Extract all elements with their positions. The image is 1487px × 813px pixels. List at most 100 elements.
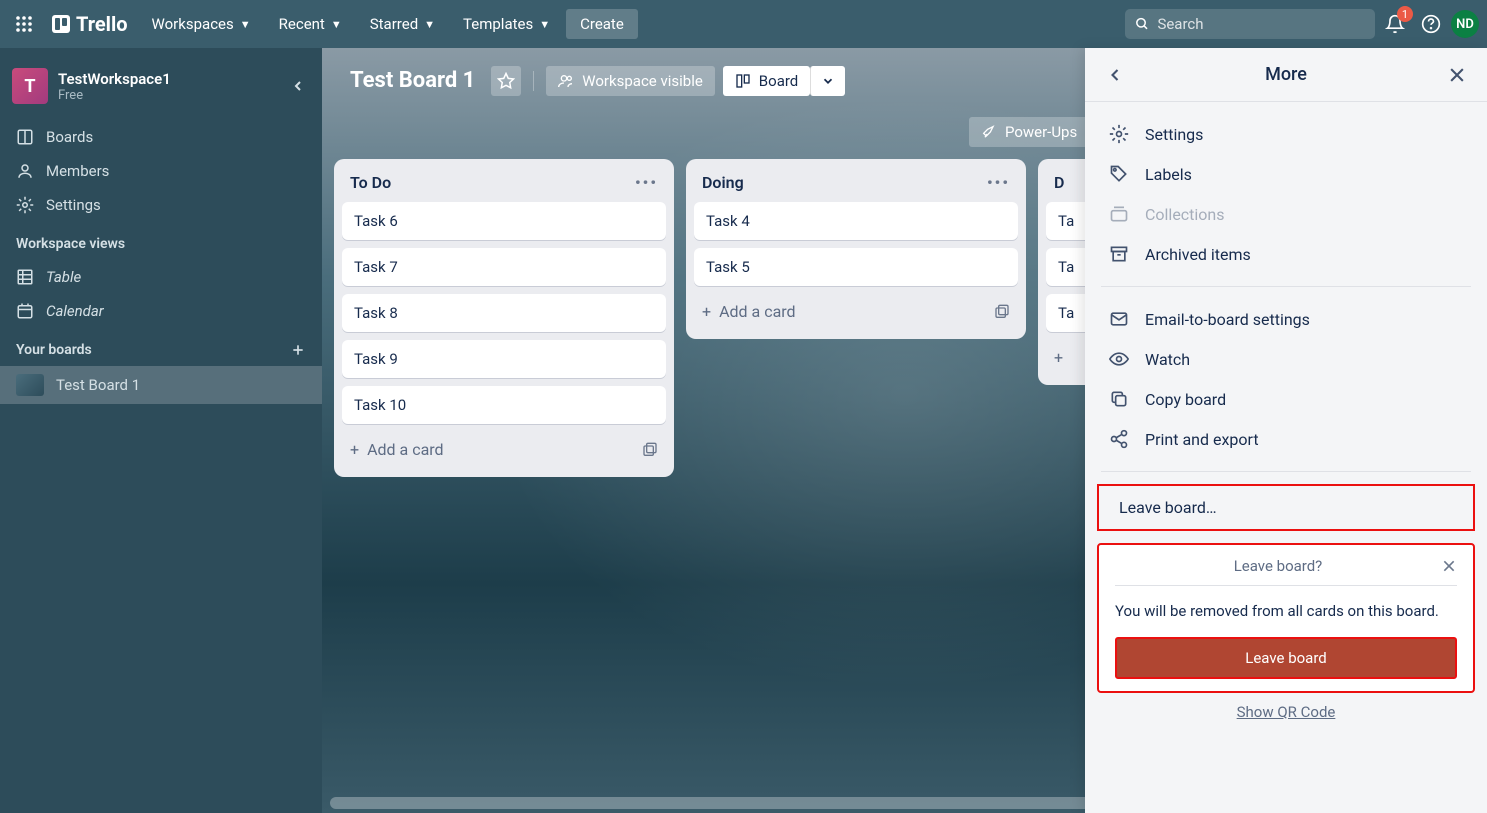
copy-icon [1109,389,1129,409]
user-avatar[interactable]: ND [1451,10,1479,38]
card[interactable]: Task 7 [342,248,666,286]
person-icon [16,162,34,180]
chevron-left-icon [290,78,306,94]
leave-board-popover: Leave board? You will be removed from al… [1097,543,1475,693]
nav-workspaces[interactable]: Workspaces▼ [140,9,263,39]
add-card-button[interactable]: + Add a card [694,294,1018,329]
top-nav: Trello Workspaces▼ Recent▼ Starred▼ Temp… [0,0,1487,48]
card[interactable]: Task 10 [342,386,666,424]
mail-icon [1109,309,1129,329]
search-box[interactable] [1125,9,1375,39]
help-button[interactable] [1415,8,1447,40]
plus-icon: + [350,440,359,459]
popover-title: Leave board? [1115,557,1441,575]
table-icon [16,268,34,286]
popover-body: You will be removed from all cards on th… [1115,586,1457,637]
leave-board-item[interactable]: Leave board… [1097,484,1475,531]
menu-email[interactable]: Email-to-board settings [1093,299,1479,339]
leave-board-button[interactable]: Leave board [1115,637,1457,679]
menu-settings[interactable]: Settings [1093,114,1479,154]
nav-starred[interactable]: Starred▼ [358,9,447,39]
chevron-down-icon: ▼ [240,18,251,31]
trello-logo[interactable]: Trello [44,12,136,36]
show-qr-link[interactable]: Show QR Code [1093,693,1479,731]
star-button[interactable] [491,66,521,96]
panel-header: More [1085,48,1487,102]
eye-icon [1109,349,1129,369]
list: To Do ••• Task 6 Task 7 Task 8 Task 9 Ta… [334,159,674,477]
list-menu-icon[interactable]: ••• [987,173,1010,192]
menu-copy[interactable]: Copy board [1093,379,1479,419]
nav-templates[interactable]: Templates▼ [451,9,562,39]
logo-text: Trello [76,12,128,36]
workspace-header[interactable]: T TestWorkspace1 Free [0,60,322,120]
notification-badge: 1 [1397,6,1413,22]
menu-watch[interactable]: Watch [1093,339,1479,379]
view-switcher-button[interactable] [810,66,845,96]
sidebar-settings[interactable]: Settings [0,188,322,222]
apps-launcher-icon[interactable] [8,8,40,40]
power-ups-button[interactable]: Power-Ups [969,117,1089,147]
template-icon[interactable] [642,442,658,458]
people-icon [558,73,574,89]
share-icon [1109,429,1129,449]
menu-print-export[interactable]: Print and export [1093,419,1479,459]
search-input[interactable] [1157,15,1365,33]
collection-icon [1109,204,1129,224]
archive-icon [1109,244,1129,264]
card[interactable]: Task 5 [694,248,1018,286]
board-view-icon [735,73,751,89]
close-icon[interactable] [1441,558,1457,574]
list-header[interactable]: Doing ••• [694,169,1018,202]
chevron-down-icon [821,74,835,88]
panel-title: More [1125,64,1447,85]
sidebar-boards[interactable]: Boards [0,120,322,154]
help-icon [1421,14,1441,34]
workspace-views-header: Workspace views [0,222,322,260]
board-view-button[interactable]: Board [723,66,810,96]
panel-body: Settings Labels Collections Archived ite… [1085,102,1487,813]
template-icon[interactable] [994,304,1010,320]
card[interactable]: Task 4 [694,202,1018,240]
menu-labels[interactable]: Labels [1093,154,1479,194]
search-icon [1135,16,1149,32]
sidebar-calendar-view[interactable]: Calendar [0,294,322,328]
list-menu-icon[interactable]: ••• [635,173,658,192]
menu-collections: Collections [1093,194,1479,234]
card[interactable]: Task 6 [342,202,666,240]
board-thumbnail [16,374,44,396]
star-icon [497,72,515,90]
calendar-icon [16,302,34,320]
sidebar-members[interactable]: Members [0,154,322,188]
your-boards-header: Your boards [0,328,322,366]
workspace-name: TestWorkspace1 [58,70,171,88]
chevron-down-icon: ▼ [424,18,435,31]
create-button[interactable]: Create [566,9,638,39]
plus-icon: + [1054,348,1063,367]
chevron-down-icon: ▼ [539,18,550,31]
card[interactable]: Task 8 [342,294,666,332]
nav-recent[interactable]: Recent▼ [267,9,354,39]
board-title[interactable]: Test Board 1 [342,64,483,97]
chevron-down-icon: ▼ [331,18,342,31]
sidebar-board-item[interactable]: Test Board 1 [0,366,322,404]
visibility-button[interactable]: Workspace visible [546,66,715,96]
sidebar-table-view[interactable]: Table [0,260,322,294]
list-header[interactable]: To Do ••• [342,169,666,202]
gear-icon [16,196,34,214]
workspace-badge: T [12,68,48,104]
menu-archived[interactable]: Archived items [1093,234,1479,274]
add-card-button[interactable]: + Add a card [342,432,666,467]
plus-icon: + [702,302,711,321]
list: Doing ••• Task 4 Task 5 + Add a card [686,159,1026,339]
rocket-icon [981,124,997,140]
back-icon[interactable] [1105,65,1125,85]
close-icon[interactable] [1447,65,1467,85]
gear-icon [1109,124,1129,144]
tag-icon [1109,164,1129,184]
collapse-sidebar-button[interactable] [286,74,310,98]
board-menu-panel: More Settings Labels Collections Archive… [1085,48,1487,813]
card[interactable]: Task 9 [342,340,666,378]
notifications-button[interactable]: 1 [1379,8,1411,40]
plus-icon[interactable] [290,342,306,358]
